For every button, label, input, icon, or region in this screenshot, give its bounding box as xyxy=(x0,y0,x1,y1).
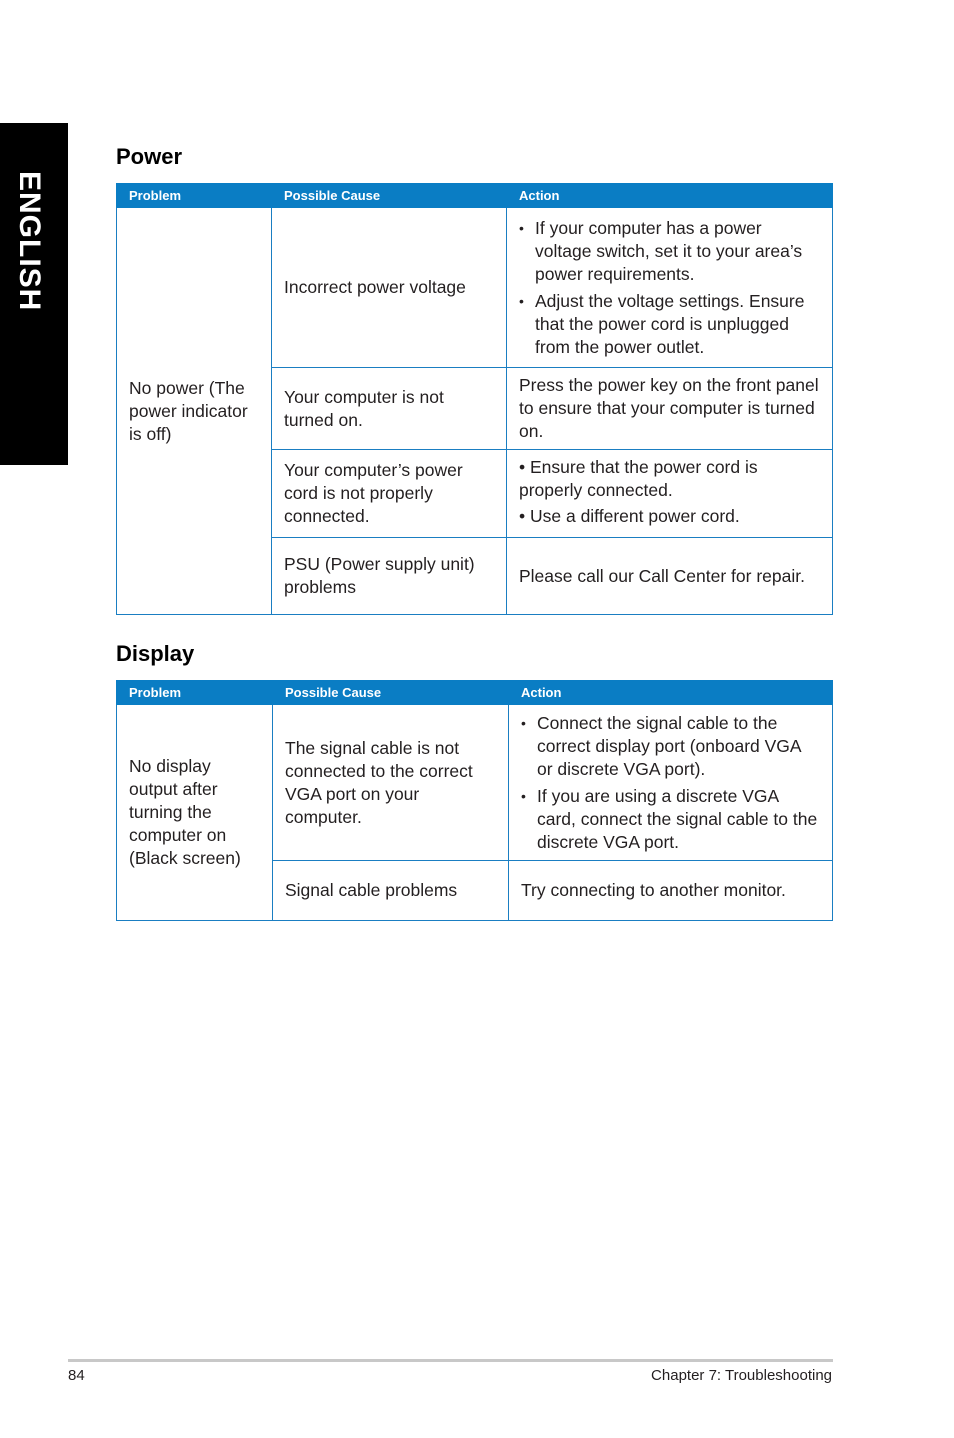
action-cell: Try connecting to another monitor. xyxy=(508,860,833,921)
problem-cell: No power (The power indicator is off) xyxy=(116,207,272,615)
chapter-title: Chapter 7: Troubleshooting xyxy=(651,1367,832,1384)
cause-cell: The signal cable is not connected to the… xyxy=(272,704,509,861)
action-item: Adjust the voltage settings. Ensure that… xyxy=(519,290,820,359)
action-cell: • Ensure that the power cord is properly… xyxy=(506,449,833,538)
display-troubleshooting-table: Problem Possible Cause Action No display… xyxy=(116,680,833,921)
action-cell: Please call our Call Center for repair. xyxy=(506,537,833,615)
header-problem: Problem xyxy=(116,680,273,705)
footer-divider xyxy=(68,1359,833,1362)
header-possible-cause: Possible Cause xyxy=(271,183,507,208)
problem-cell: No display output after turning the comp… xyxy=(116,704,273,921)
action-cell: If your computer has a power voltage swi… xyxy=(506,207,833,368)
action-item: • Use a different power cord. xyxy=(519,506,740,526)
table-row: No power (The power indicator is off) In… xyxy=(116,207,833,615)
cause-cell: Your computer’s power cord is not proper… xyxy=(271,449,507,538)
table-header-row: Problem Possible Cause Action xyxy=(116,183,833,208)
header-possible-cause: Possible Cause xyxy=(272,680,509,705)
action-item: If you are using a discrete VGA card, co… xyxy=(521,785,820,854)
action-cell: Connect the signal cable to the correct … xyxy=(508,704,833,861)
header-problem: Problem xyxy=(116,183,272,208)
action-item: • Ensure that the power cord is properly… xyxy=(519,457,758,500)
power-section-title: Power xyxy=(116,144,183,169)
header-action: Action xyxy=(506,183,833,208)
action-item: Connect the signal cable to the correct … xyxy=(521,712,820,781)
table-header-row: Problem Possible Cause Action xyxy=(116,680,833,705)
action-item: If your computer has a power voltage swi… xyxy=(519,217,820,286)
power-troubleshooting-table: Problem Possible Cause Action No power (… xyxy=(116,183,833,615)
cause-cell: Signal cable problems xyxy=(272,860,509,921)
cause-cell: PSU (Power supply unit) problems xyxy=(271,537,507,615)
language-side-tab: ENGLISH xyxy=(0,123,68,465)
header-action: Action xyxy=(508,680,833,705)
language-label: ENGLISH xyxy=(13,171,46,312)
cause-cell: Your computer is not turned on. xyxy=(271,367,507,450)
cause-cell: Incorrect power voltage xyxy=(271,207,507,368)
display-section-title: Display xyxy=(116,641,195,666)
table-row: No display output after turning the comp… xyxy=(116,704,833,921)
action-cell: Press the power key on the front panel t… xyxy=(506,367,833,450)
page-number: 84 xyxy=(68,1367,85,1384)
